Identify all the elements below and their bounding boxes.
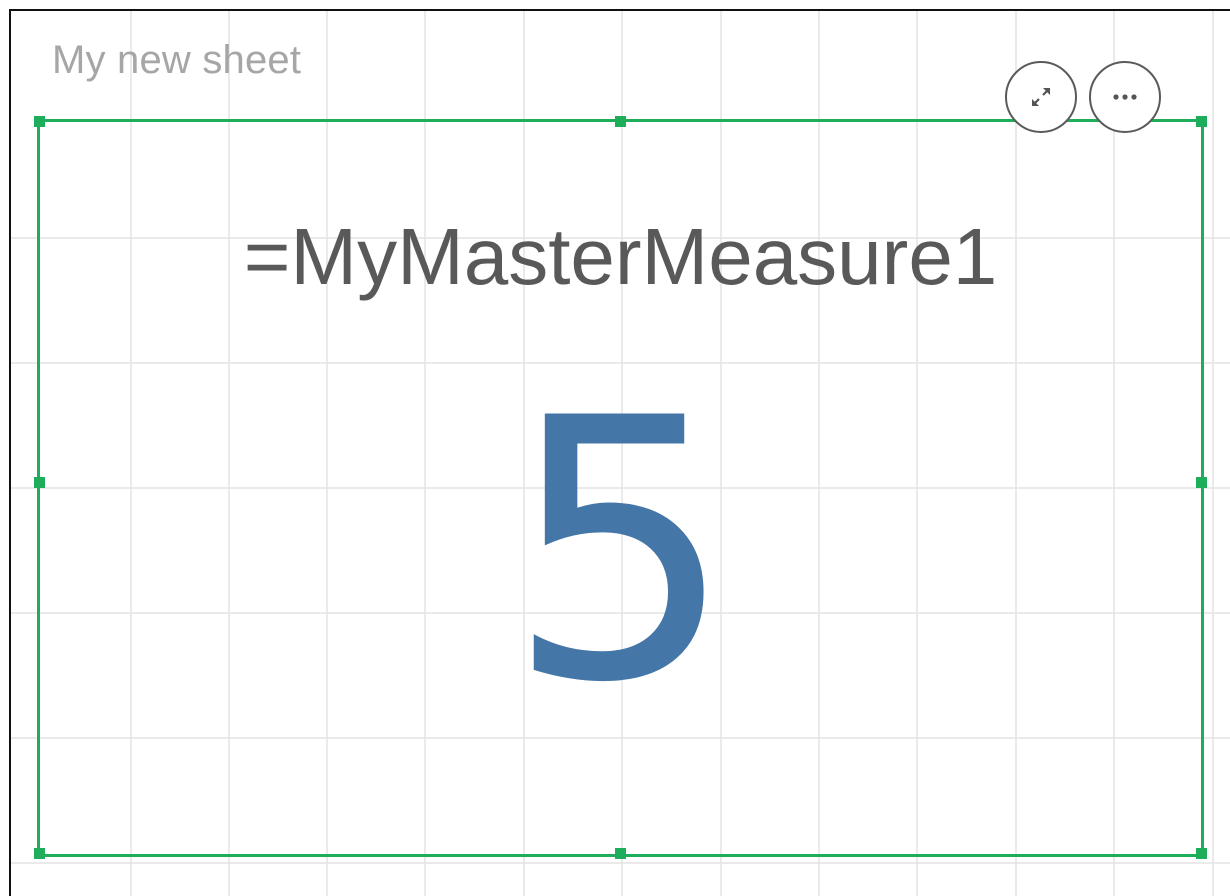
kpi-value: 5: [505, 342, 736, 761]
resize-handle-top-right[interactable]: [1196, 116, 1207, 127]
resize-handle-bottom-left[interactable]: [34, 848, 45, 859]
sheet-canvas: My new sheet =MyMasterMeasure1 5: [9, 9, 1230, 896]
sheet-title: My new sheet: [52, 38, 302, 82]
resize-handle-middle-left[interactable]: [34, 477, 45, 488]
more-options-icon: [1113, 94, 1137, 100]
resize-handle-middle-right[interactable]: [1196, 477, 1207, 488]
resize-handle-bottom-right[interactable]: [1196, 848, 1207, 859]
resize-handle-top-center[interactable]: [615, 116, 626, 127]
resize-handle-top-left[interactable]: [34, 116, 45, 127]
more-options-button[interactable]: [1089, 61, 1161, 133]
expand-button[interactable]: [1005, 61, 1077, 133]
expand-icon: [1032, 88, 1050, 106]
resize-handle-bottom-center[interactable]: [615, 848, 626, 859]
kpi-measure-label: =MyMasterMeasure1: [243, 212, 998, 301]
kpi-object[interactable]: =MyMasterMeasure1 5: [37, 119, 1204, 857]
